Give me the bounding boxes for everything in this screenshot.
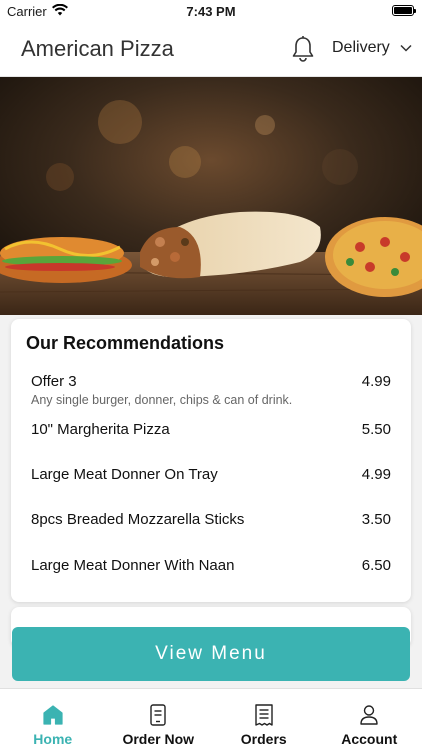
recommendation-item[interactable]: 10" Margherita Pizza 5.50 <box>31 421 391 438</box>
receipt-icon <box>255 704 273 726</box>
recommendations-card: Our Recommendations Offer 3 Any single b… <box>11 319 411 602</box>
item-name: Offer 3 <box>31 373 77 390</box>
item-price: 4.99 <box>361 466 391 483</box>
item-price: 4.99 <box>361 373 391 390</box>
order-icon <box>150 704 166 726</box>
app-header: American Pizza Delivery <box>0 22 422 77</box>
tab-label: Account <box>341 731 398 747</box>
account-icon <box>360 705 378 725</box>
delivery-label: Delivery <box>332 39 390 56</box>
item-name: 8pcs Breaded Mozzarella Sticks <box>31 511 245 528</box>
view-menu-button[interactable]: View Menu <box>12 627 410 681</box>
recommendation-item[interactable]: Large Meat Donner On Tray 4.99 <box>31 466 391 483</box>
app-title: American Pizza <box>21 36 174 61</box>
tab-label: Home <box>33 731 73 747</box>
tab-order-now[interactable]: Order Now <box>106 689 212 750</box>
item-price: 6.50 <box>361 557 391 574</box>
bell-icon[interactable] <box>290 35 316 63</box>
item-description: Any single burger, donner, chips & can o… <box>31 393 293 407</box>
tab-home[interactable]: Home <box>0 689 106 750</box>
chevron-down-icon <box>400 44 412 52</box>
tab-orders[interactable]: Orders <box>211 689 317 750</box>
home-icon <box>43 705 63 725</box>
battery-icon <box>392 5 416 16</box>
recommendation-item[interactable]: Offer 3 Any single burger, donner, chips… <box>31 373 391 407</box>
recommendation-item[interactable]: Large Meat Donner With Naan 6.50 <box>31 557 391 574</box>
tab-label: Order Now <box>122 731 195 747</box>
status-bar: Carrier 7:43 PM <box>0 0 422 22</box>
item-name: Large Meat Donner With Naan <box>31 557 235 574</box>
recommendation-item[interactable]: 8pcs Breaded Mozzarella Sticks 3.50 <box>31 511 391 528</box>
item-price: 3.50 <box>361 511 391 528</box>
item-name: Large Meat Donner On Tray <box>31 466 218 483</box>
tab-bar: Home Order Now Orders Account <box>0 688 422 750</box>
clock: 7:43 PM <box>186 4 236 19</box>
delivery-selector[interactable]: Delivery <box>332 39 412 57</box>
tab-label: Orders <box>240 731 287 747</box>
item-name: 10" Margherita Pizza <box>31 421 170 438</box>
tab-account[interactable]: Account <box>317 689 422 750</box>
hero-banner-image <box>0 77 422 315</box>
item-price: 5.50 <box>361 421 391 438</box>
recommendations-title: Our Recommendations <box>26 333 225 353</box>
